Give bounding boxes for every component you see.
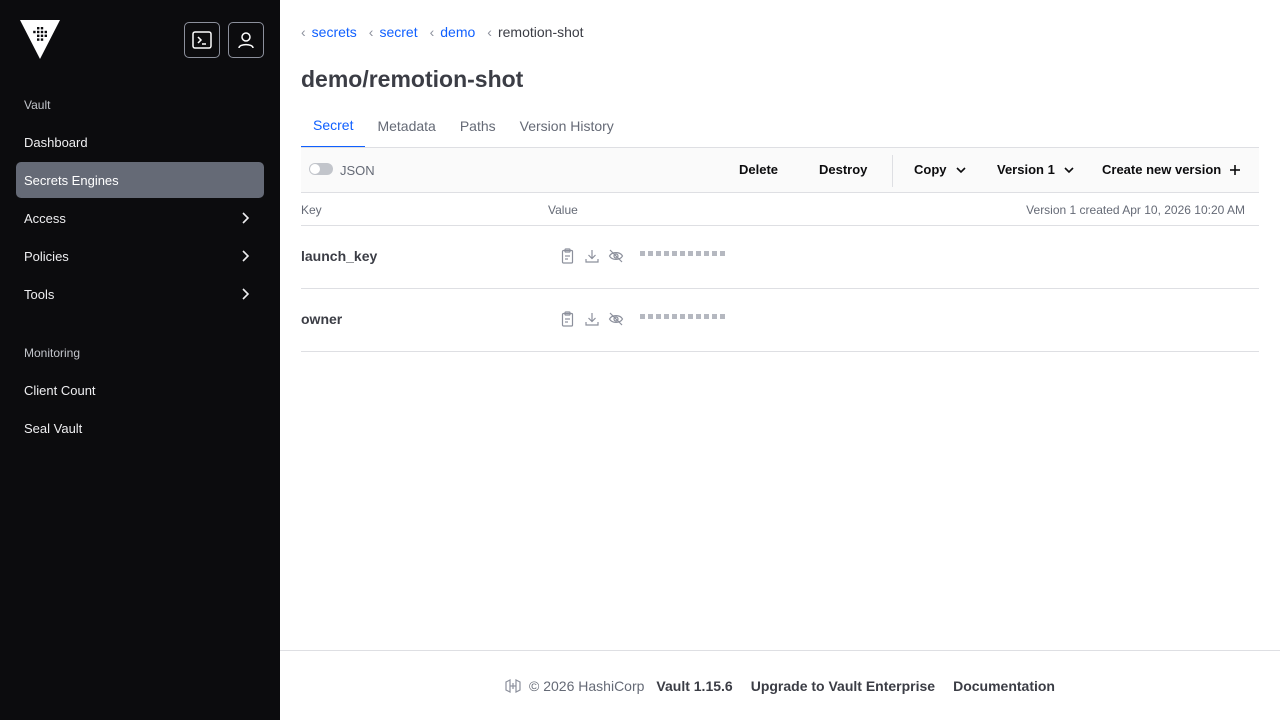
version-created-info: Version 1 created Apr 10, 2026 10:20 AM — [1026, 203, 1245, 217]
table-header: Key Value Version 1 created Apr 10, 2026… — [301, 196, 1259, 226]
sidebar-item-label: Client Count — [24, 382, 96, 398]
sidebar-item-label: Secrets Engines — [24, 172, 119, 188]
eye-off-icon[interactable] — [608, 248, 624, 264]
sidebar-item-secrets-engines[interactable]: Secrets Engines — [16, 162, 264, 198]
breadcrumb-link-secrets[interactable]: secrets — [312, 24, 357, 40]
download-icon[interactable] — [584, 248, 600, 264]
create-button-label: Create new version — [1102, 162, 1222, 177]
chevron-left-icon: ‹ — [487, 24, 492, 40]
breadcrumb-link-secret[interactable]: secret — [379, 24, 417, 40]
upgrade-link[interactable]: Upgrade to Vault Enterprise — [751, 678, 935, 694]
sidebar-item-client-count[interactable]: Client Count — [16, 372, 264, 408]
documentation-link[interactable]: Documentation — [953, 678, 1055, 694]
delete-button-label: Delete — [739, 162, 779, 177]
footer-copyright: © 2026 HashiCorp — [529, 677, 645, 694]
sidebar-item-policies[interactable]: Policies — [16, 238, 264, 274]
json-toggle[interactable] — [309, 163, 333, 175]
secret-toolbar: JSON Delete Destroy Copy Version 1 Creat… — [301, 147, 1259, 193]
clipboard-icon[interactable] — [560, 311, 576, 327]
sidebar-item-label: Policies — [24, 248, 69, 264]
table-row: launch_key — [301, 226, 1259, 289]
footer-version: Vault 1.15.6 — [656, 677, 733, 694]
sidebar-item-dashboard[interactable]: Dashboard — [16, 124, 264, 160]
clipboard-icon[interactable] — [560, 248, 576, 264]
masked-value — [640, 251, 728, 256]
breadcrumb-current: remotion-shot — [497, 24, 584, 40]
secret-key: launch_key — [301, 248, 378, 264]
vault-logo-icon[interactable] — [20, 20, 60, 60]
destroy-button-label: Destroy — [819, 162, 868, 177]
sidebar-item-access[interactable]: Access — [16, 200, 264, 236]
row-actions — [560, 311, 632, 327]
breadcrumb-item: ‹ secrets — [301, 24, 357, 40]
plus-icon — [1221, 164, 1241, 176]
breadcrumb: ‹ secrets ‹ secret ‹ demo ‹ remotion-sho… — [301, 24, 596, 40]
sidebar-item-label: Access — [24, 210, 66, 226]
chevron-down-icon — [1055, 164, 1075, 176]
column-header-value: Value — [548, 203, 578, 217]
chevron-right-icon — [238, 249, 252, 263]
chevron-left-icon: ‹ — [368, 24, 374, 40]
tab-paths[interactable]: Paths — [448, 104, 508, 148]
tab-secret[interactable]: Secret — [301, 104, 366, 148]
user-menu-button[interactable] — [228, 22, 264, 58]
version-dropdown-button[interactable]: Version 1 — [997, 162, 1075, 177]
secret-key: owner — [301, 311, 343, 327]
tab-metadata[interactable]: Metadata — [365, 104, 447, 148]
tab-bar: Secret Metadata Paths Version History — [301, 104, 1259, 148]
user-icon — [236, 30, 256, 50]
sidebar-item-tools[interactable]: Tools — [16, 276, 264, 312]
chevron-left-icon: ‹ — [429, 24, 435, 40]
chevron-left-icon: ‹ — [301, 24, 306, 40]
copy-button-label: Copy — [914, 162, 947, 177]
breadcrumb-item: ‹ remotion-shot — [487, 24, 583, 40]
terminal-icon — [191, 29, 213, 51]
nav-section-vault: Vault — [24, 98, 51, 112]
version-button-label: Version 1 — [997, 162, 1055, 177]
chevron-right-icon — [238, 287, 252, 301]
table-row: owner — [301, 289, 1259, 352]
sidebar: Vault Dashboard Secrets Engines Access P… — [0, 0, 280, 720]
sidebar-item-seal-vault[interactable]: Seal Vault — [16, 410, 264, 446]
delete-button[interactable]: Delete — [739, 162, 778, 177]
column-header-key: Key — [301, 203, 322, 217]
sidebar-item-label: Dashboard — [24, 134, 88, 150]
destroy-button[interactable]: Destroy — [819, 162, 867, 177]
breadcrumb-item: ‹ demo — [430, 24, 476, 40]
sidebar-item-label: Tools — [24, 286, 55, 302]
row-actions — [560, 248, 632, 264]
eye-off-icon[interactable] — [608, 311, 624, 327]
footer: © 2026 HashiCorp Vault 1.15.6 Upgrade to… — [280, 650, 1280, 720]
copy-dropdown-button[interactable]: Copy — [914, 162, 967, 177]
create-new-version-button[interactable]: Create new version — [1102, 162, 1241, 177]
nav-section-monitoring: Monitoring — [24, 346, 81, 360]
download-icon[interactable] — [584, 311, 600, 327]
toolbar-divider — [892, 155, 893, 187]
sidebar-item-label: Seal Vault — [24, 420, 83, 436]
masked-value — [640, 314, 728, 319]
json-toggle-label: JSON — [340, 163, 375, 178]
breadcrumb-item: ‹ secret — [369, 24, 418, 40]
breadcrumb-link-demo[interactable]: demo — [440, 24, 475, 40]
chevron-down-icon — [947, 164, 967, 176]
console-toggle-button[interactable] — [184, 22, 220, 58]
tab-version-history[interactable]: Version History — [508, 104, 626, 148]
hashicorp-logo-icon — [505, 678, 521, 694]
chevron-right-icon — [238, 211, 252, 225]
page-title: demo/remotion-shot — [301, 66, 524, 92]
